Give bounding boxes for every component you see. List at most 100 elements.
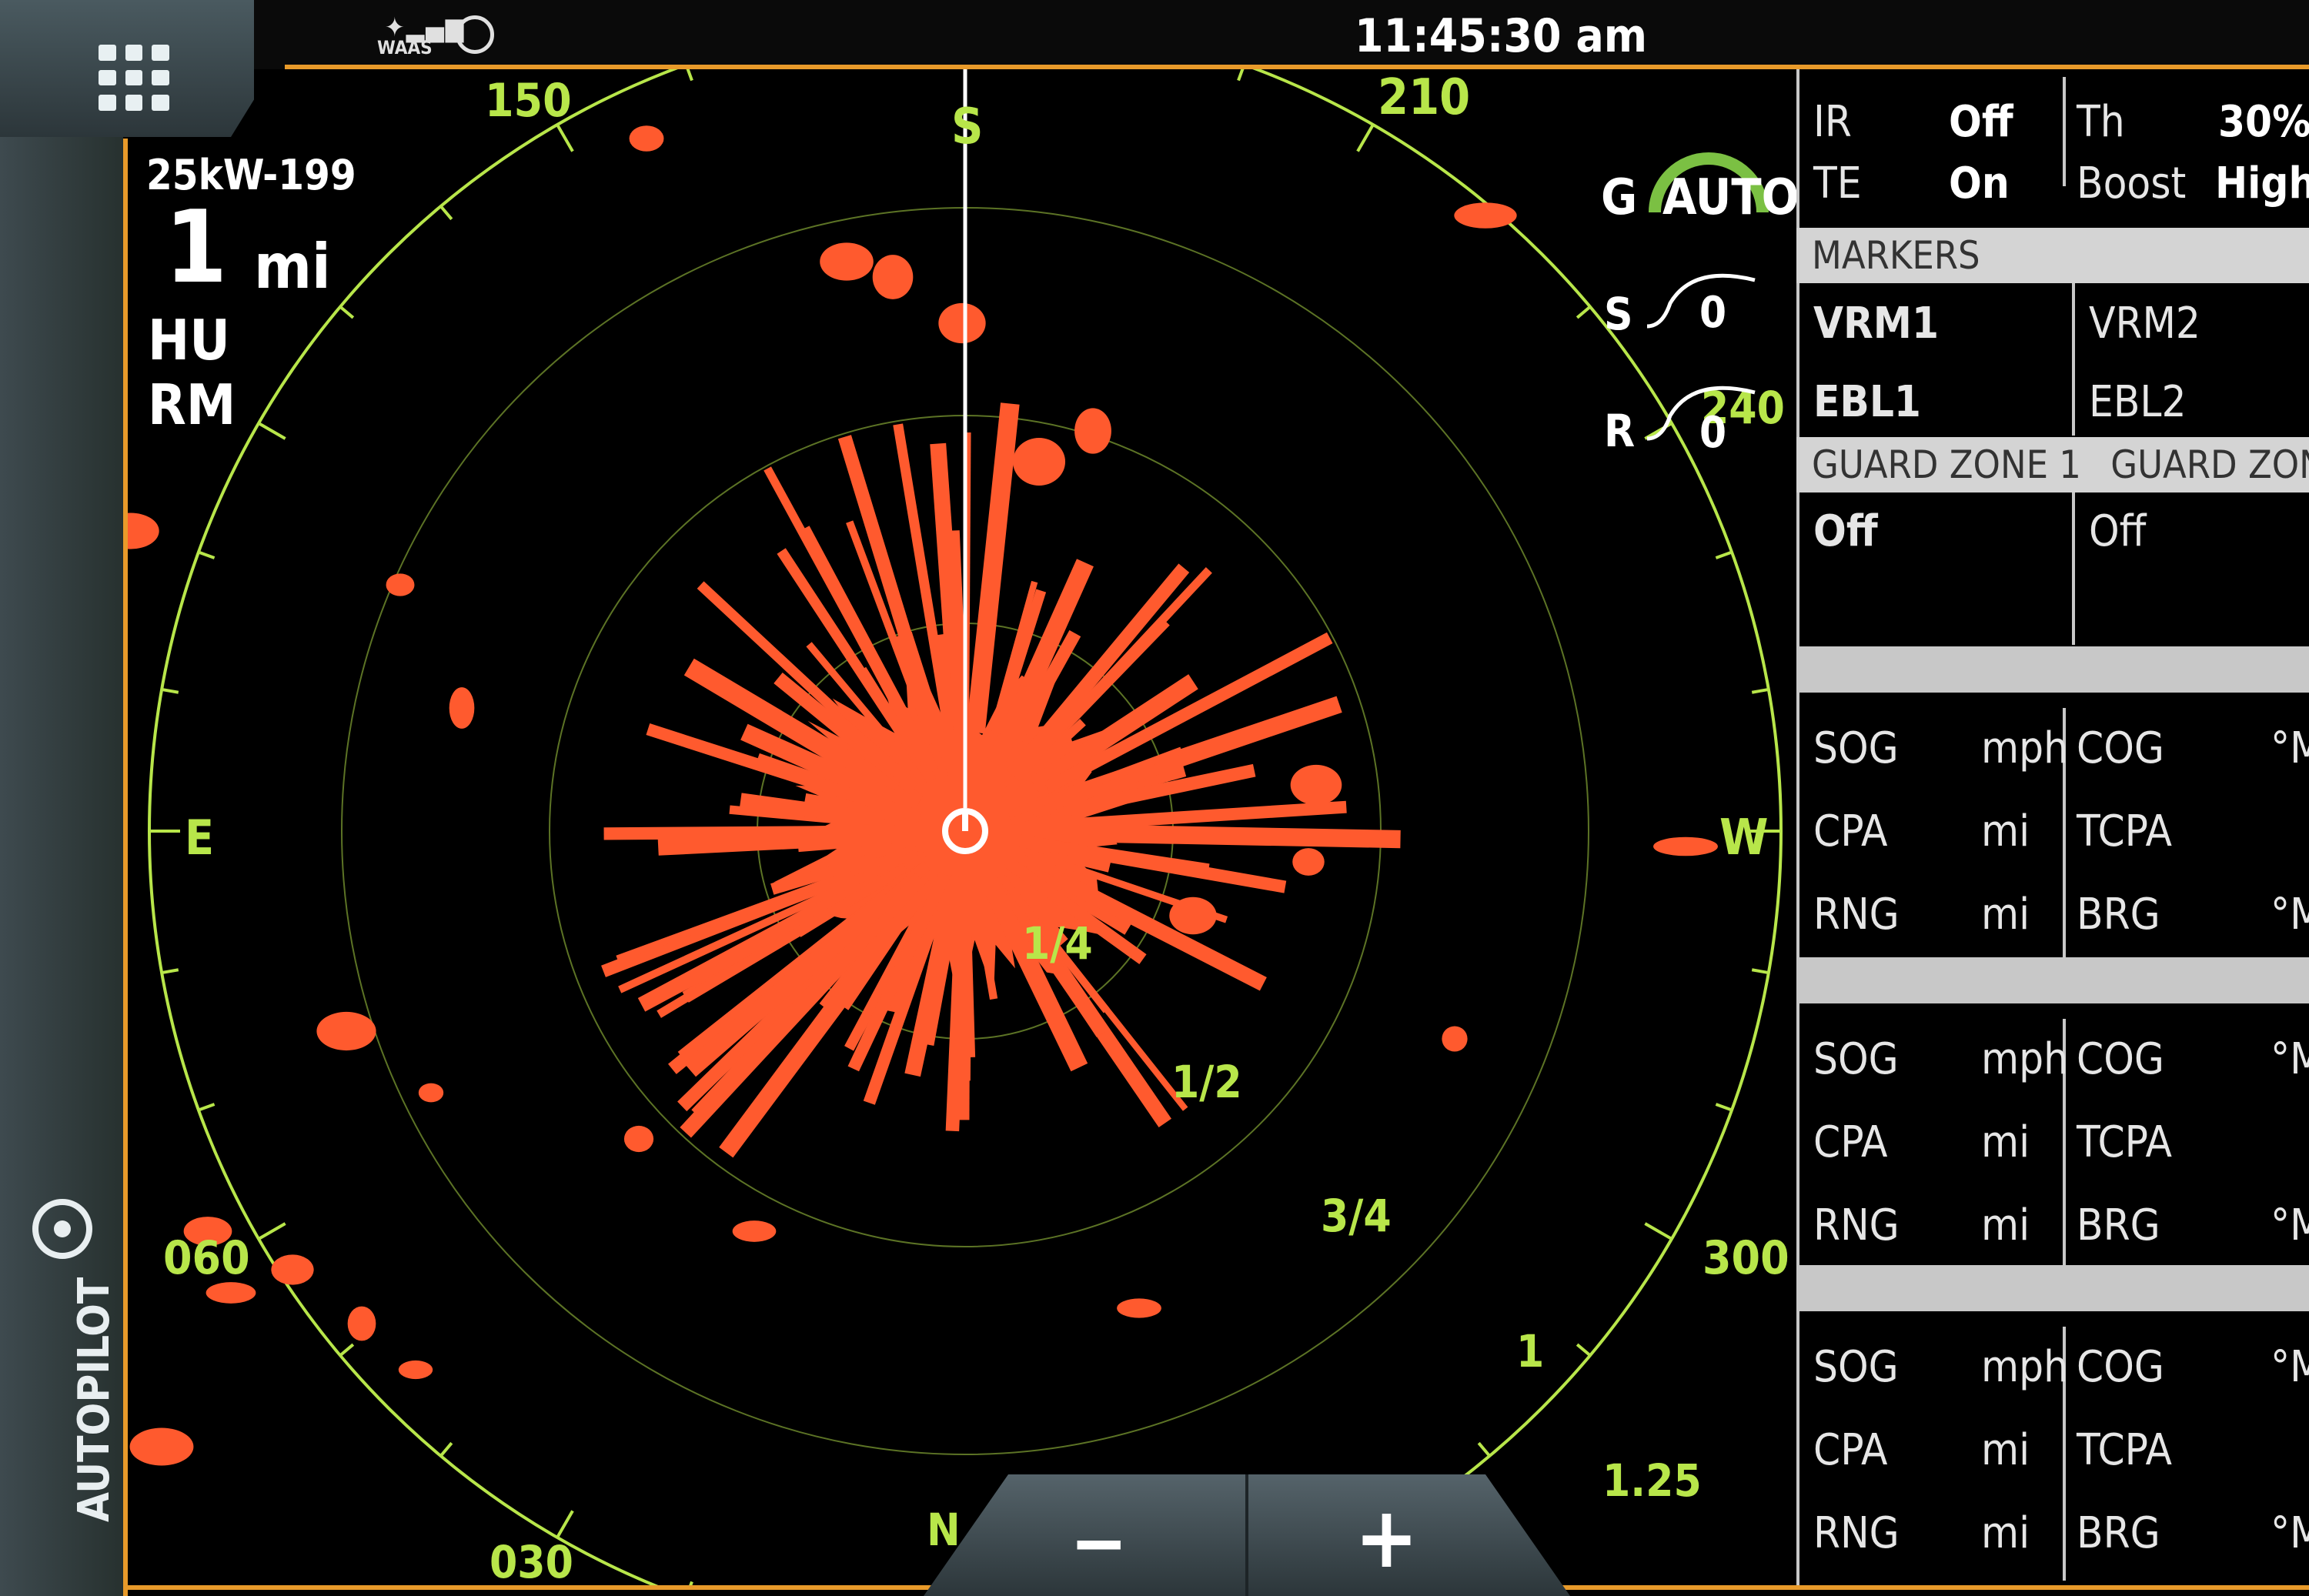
bearing-label-060: 060: [163, 1231, 250, 1285]
target-field-unit: mi: [1981, 890, 2030, 940]
vrm2-button[interactable]: VRM2: [2089, 299, 2200, 349]
panel-border: [1796, 69, 1799, 1585]
target-field-unit: mph: [1981, 1034, 2069, 1084]
bearing-tick: [198, 550, 216, 559]
radar-echo: [955, 925, 972, 1081]
bearing-tick: [1751, 687, 1769, 694]
target-field-unit: °M: [2271, 723, 2309, 773]
guard-zone-2-value[interactable]: Off: [2089, 506, 2146, 556]
target-field-label: COG: [2077, 1034, 2164, 1084]
bearing-label-210: 210: [1378, 69, 1471, 126]
bearing-tick: [258, 422, 286, 440]
radar-echo: [398, 1360, 433, 1380]
sea-clutter-label[interactable]: S: [1604, 288, 1633, 340]
radar-echo: [316, 1011, 376, 1051]
guard-zones-header: GUARD ZONE 1 GUARD ZONE: [1796, 437, 2309, 492]
sea-clutter-value[interactable]: 0: [1699, 288, 1726, 338]
zoom-divider: [1245, 1474, 1248, 1596]
bearing-tick: [1644, 1222, 1672, 1240]
target-field-label: RNG: [1813, 890, 1900, 940]
target-field-label: BRG: [2077, 1508, 2160, 1558]
range-ring-label: 1: [1516, 1325, 1545, 1377]
status-bar: [0, 0, 2309, 69]
ir-value[interactable]: Off: [1949, 97, 2013, 147]
rain-clutter-value[interactable]: 0: [1699, 408, 1726, 458]
range-value[interactable]: 1: [165, 197, 227, 297]
bearing-label-150: 150: [485, 74, 572, 128]
target-field-label: CPA: [1813, 806, 1888, 856]
autopilot-button[interactable]: AUTOPILOT: [15, 1199, 119, 1522]
panel-divider: [2072, 492, 2075, 645]
ebl1-button[interactable]: EBL1: [1813, 377, 1921, 427]
bearing-label-south: S: [951, 98, 984, 155]
radar-echo: [206, 1282, 256, 1304]
th-value[interactable]: 30%: [2218, 97, 2309, 147]
radar-echo: [449, 687, 475, 729]
gain-mode[interactable]: AUTO: [1662, 169, 1799, 226]
target-field-unit: °M: [2271, 890, 2309, 940]
target-field-unit: mph: [1981, 1342, 2069, 1392]
waas-label: WAAS: [377, 37, 433, 58]
te-label: TE: [1813, 159, 1862, 209]
bearing-tick: [1477, 1441, 1491, 1457]
steering-wheel-icon: [32, 1199, 92, 1259]
target-field-unit: °M: [2271, 1200, 2309, 1250]
target-field-label: SOG: [1813, 1342, 1899, 1392]
target-field-label: TCPA: [2077, 1425, 2172, 1475]
target-field-label: CPA: [1813, 1425, 1888, 1475]
target-field-label: SOG: [1813, 1034, 1899, 1084]
te-value[interactable]: On: [1949, 159, 2010, 209]
radar-echo: [944, 530, 970, 753]
bearing-label-west: W: [1719, 810, 1769, 866]
radar-echo: [1292, 848, 1325, 876]
bearing-tick: [161, 687, 179, 694]
rain-clutter-label[interactable]: R: [1604, 405, 1635, 457]
motion-mode[interactable]: RM: [148, 372, 236, 437]
target-field-label: TCPA: [2077, 806, 2172, 856]
radar-echo: [820, 242, 874, 281]
zoom-in-button[interactable]: +: [1355, 1488, 1418, 1587]
section-separator: [1796, 1265, 2309, 1311]
guard-zone-1-value[interactable]: Off: [1813, 506, 1878, 556]
gps-refresh-icon: [456, 15, 494, 54]
radar-echo: [745, 824, 894, 845]
target-field-unit: mi: [1981, 1200, 2030, 1250]
target-field-label: CPA: [1813, 1117, 1888, 1167]
orientation-mode[interactable]: HU: [148, 308, 230, 372]
radar-echo: [128, 513, 159, 549]
markers-header: MARKERS: [1796, 228, 2309, 283]
radar-echo: [1117, 1298, 1161, 1318]
radar-echo: [1442, 1026, 1468, 1052]
gain-label[interactable]: G: [1601, 169, 1637, 226]
radar-display[interactable]: [128, 69, 1796, 1585]
data-panel: IR Off Th 30% TE On Boost High MARKERS V…: [1796, 69, 2309, 1585]
panel-divider: [2063, 77, 2066, 186]
bearing-tick: [1715, 550, 1733, 559]
boost-value[interactable]: High: [2215, 159, 2309, 209]
target-field-unit: mi: [1981, 1508, 2030, 1558]
boost-label: Boost: [2077, 159, 2187, 209]
guard-zone-1-header: GUARD ZONE 1: [1812, 442, 2081, 487]
radar-echo: [629, 125, 664, 152]
zoom-controls: − +: [924, 1474, 1570, 1596]
range-ring-label: 1/2: [1171, 1056, 1242, 1108]
target-field-label: SOG: [1813, 723, 1899, 773]
zoom-out-button[interactable]: −: [1070, 1498, 1128, 1588]
target-field-unit: mi: [1981, 1117, 2030, 1167]
clock: 11:45:30 am: [1355, 9, 1647, 63]
ebl2-button[interactable]: EBL2: [2089, 377, 2187, 427]
section-separator: [1796, 646, 2309, 693]
bearing-tick: [1576, 1343, 1592, 1357]
radar-echoes: [128, 125, 1718, 1466]
vrm1-button[interactable]: VRM1: [1813, 299, 1939, 349]
target-field-unit: °M: [2271, 1034, 2309, 1084]
bearing-tick: [258, 1222, 286, 1240]
radar-echo: [1012, 438, 1066, 486]
range-ring-label: 1.25: [1602, 1454, 1702, 1507]
bearing-label-north: N: [927, 1504, 961, 1556]
radar-echo: [1653, 836, 1718, 856]
ir-label: IR: [1813, 97, 1852, 147]
range-unit: mi: [254, 231, 331, 302]
bearing-label-east: E: [185, 810, 215, 866]
bearing-tick: [1751, 968, 1769, 975]
